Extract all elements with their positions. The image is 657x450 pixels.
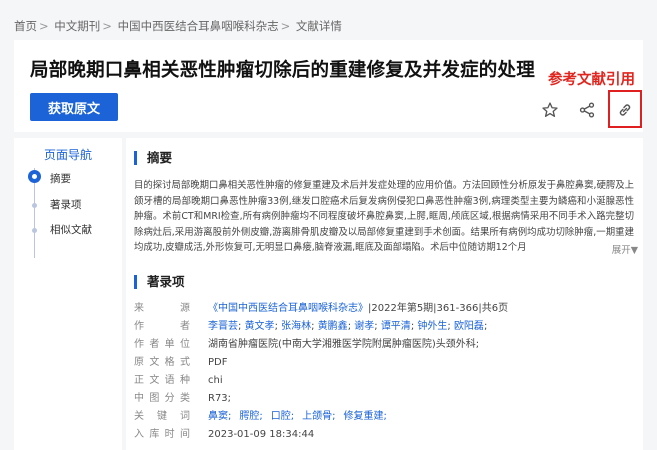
share-icon[interactable] xyxy=(576,99,598,121)
expand-toggle[interactable]: 展开▼ xyxy=(605,242,638,256)
link-icon[interactable] xyxy=(614,99,636,121)
nav-dot xyxy=(32,203,37,208)
issue-info: |2022年第5期|361-366|共6页 xyxy=(368,303,509,314)
meta-affiliation: 作者单位 湖南省肿瘤医院(中南大学湘雅医学院附属肿瘤医院)头颈外科; xyxy=(134,336,634,354)
star-icon[interactable] xyxy=(539,99,561,121)
format-value: PDF xyxy=(208,357,228,368)
meta-label: 中图分类 xyxy=(134,393,190,404)
main-content: 摘要 目的探讨局部晚期口鼻相关恶性肿瘤的修复重建及术后并发症处理的应用价值。方法… xyxy=(126,138,643,450)
record-heading: 著录项 xyxy=(134,275,185,289)
nav-item-similar[interactable]: 相似文献 xyxy=(50,222,92,237)
author-link[interactable]: 钟外生 xyxy=(417,321,447,332)
meta-label: 作者单位 xyxy=(134,339,190,350)
meta-format: 原文格式 PDF xyxy=(134,354,634,372)
breadcrumb-separator: > xyxy=(280,19,291,33)
nav-title: 页面导航 xyxy=(44,148,93,162)
author-link[interactable]: 黄鹏鑫 xyxy=(318,321,348,332)
breadcrumb: 首页 > 中文期刊 > 中国中西医结合耳鼻咽喉科杂志 > 文献详情 xyxy=(14,18,342,34)
keyword-link[interactable]: 修复重建; xyxy=(344,411,387,422)
nav-dot xyxy=(32,228,37,233)
meta-label: 原文格式 xyxy=(134,357,190,368)
breadcrumb-separator: > xyxy=(102,19,112,33)
journal-link[interactable]: 《中国中西医结合耳鼻咽喉科杂志》 xyxy=(208,303,368,314)
title-card: 局部晚期口鼻相关恶性肿瘤切除后的重建修复及并发症的处理 获取原文 参考文献引用 xyxy=(14,40,643,132)
meta-clc: 中图分类 R73; xyxy=(134,390,634,408)
meta-date: 入库时间 2023-01-09 18:34:44 xyxy=(134,426,634,444)
affiliation-value: 湖南省肿瘤医院(中南大学湘雅医学院附属肿瘤医院)头颈外科; xyxy=(208,339,480,350)
keyword-link[interactable]: 上颌骨; xyxy=(302,411,335,422)
breadcrumb-current: 文献详情 xyxy=(295,19,342,33)
meta-language: 正文语种 chi xyxy=(134,372,634,390)
breadcrumb-journal[interactable]: 中国中西医结合耳鼻咽喉科杂志 xyxy=(118,19,279,33)
author-link[interactable]: 张海林 xyxy=(281,321,311,332)
author-link[interactable]: 黄文孝 xyxy=(245,321,275,332)
nav-item-abstract[interactable]: 摘要 xyxy=(50,171,71,186)
keyword-link[interactable]: 鼻窦; xyxy=(208,411,231,422)
date-value: 2023-01-09 18:34:44 xyxy=(208,429,315,440)
author-link[interactable]: 谭平清 xyxy=(381,321,411,332)
nav-dot-active xyxy=(28,170,41,183)
page-navigation: 页面导航 摘要 著录项 相似文献 xyxy=(14,138,122,450)
abstract-text: 目的探讨局部晚期口鼻相关恶性肿瘤的修复重建及术后并发症处理的应用价值。方法回顾性… xyxy=(134,180,634,254)
keyword-link[interactable]: 口腔; xyxy=(271,411,294,422)
author-link[interactable]: 欧阳磊 xyxy=(454,321,484,332)
clc-value: R73; xyxy=(208,393,232,404)
page-title: 局部晚期口鼻相关恶性肿瘤切除后的重建修复及并发症的处理 xyxy=(30,60,535,81)
meta-label: 入库时间 xyxy=(134,429,190,440)
author-link[interactable]: 李晋芸 xyxy=(208,321,238,332)
meta-label: 作 者 xyxy=(134,321,190,332)
keyword-link[interactable]: 腭腔; xyxy=(239,411,262,422)
meta-label: 关键词 xyxy=(134,411,190,422)
language-value: chi xyxy=(208,375,223,386)
meta-authors: 作 者李晋芸; 黄文孝; 张海林; 黄鹏鑫; 谢孝; 谭平清; 钟外生; 欧阳磊… xyxy=(134,318,634,336)
breadcrumb-separator: > xyxy=(39,19,49,33)
meta-label: 正文语种 xyxy=(134,375,190,386)
meta-label: 来 源 xyxy=(134,303,190,314)
author-link[interactable]: 谢孝 xyxy=(354,321,374,332)
get-fulltext-button[interactable]: 获取原文 xyxy=(30,93,118,121)
meta-source: 来 源 《中国中西医结合耳鼻咽喉科杂志》|2022年第5期|361-366|共6页 xyxy=(134,300,634,318)
abstract-heading: 摘要 xyxy=(134,151,172,165)
nav-item-record[interactable]: 著录项 xyxy=(50,197,82,212)
citation-annotation: 参考文献引用 xyxy=(548,72,635,88)
breadcrumb-home[interactable]: 首页 xyxy=(14,19,37,33)
meta-keywords: 关键词 鼻窦; 腭腔; 口腔; 上颌骨; 修复重建; xyxy=(134,408,634,426)
breadcrumb-journals[interactable]: 中文期刊 xyxy=(54,19,100,33)
